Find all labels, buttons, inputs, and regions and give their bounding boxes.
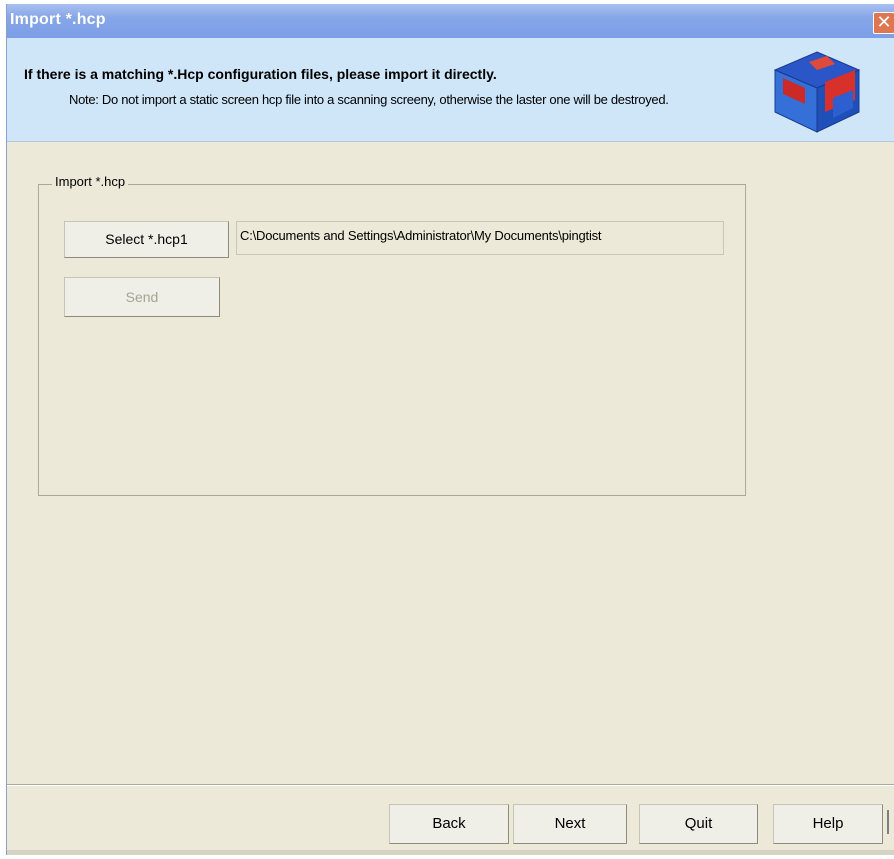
header-panel: If there is a matching *.Hcp configurati… <box>7 38 894 142</box>
header-note: Note: Do not import a static screen hcp … <box>69 92 669 107</box>
next-button[interactable]: Next <box>513 804 627 844</box>
import-hcp-window: Import *.hcp ✕ If there is a matching *.… <box>6 4 894 855</box>
title-bar[interactable]: Import *.hcp ✕ <box>7 4 894 38</box>
back-button[interactable]: Back <box>389 804 509 844</box>
file-path-field[interactable]: C:\Documents and Settings\Administrator\… <box>236 221 724 255</box>
bottom-bar <box>7 850 894 855</box>
resize-grip <box>887 810 889 834</box>
header-title: If there is a matching *.Hcp configurati… <box>24 66 497 82</box>
group-legend: Import *.hcp <box>52 174 129 189</box>
close-icon: ✕ <box>876 12 892 32</box>
window-title: Import *.hcp <box>10 11 106 28</box>
bottom-separator <box>7 784 894 786</box>
cube-icon <box>773 51 861 133</box>
send-button[interactable]: Send <box>64 277 220 317</box>
close-button[interactable]: ✕ <box>873 12 894 34</box>
help-button[interactable]: Help <box>773 804 883 844</box>
quit-button[interactable]: Quit <box>639 804 758 844</box>
select-hcp-button[interactable]: Select *.hcp1 <box>64 221 229 258</box>
import-hcp-group: Import *.hcp Select *.hcp1 C:\Documents … <box>38 174 746 496</box>
